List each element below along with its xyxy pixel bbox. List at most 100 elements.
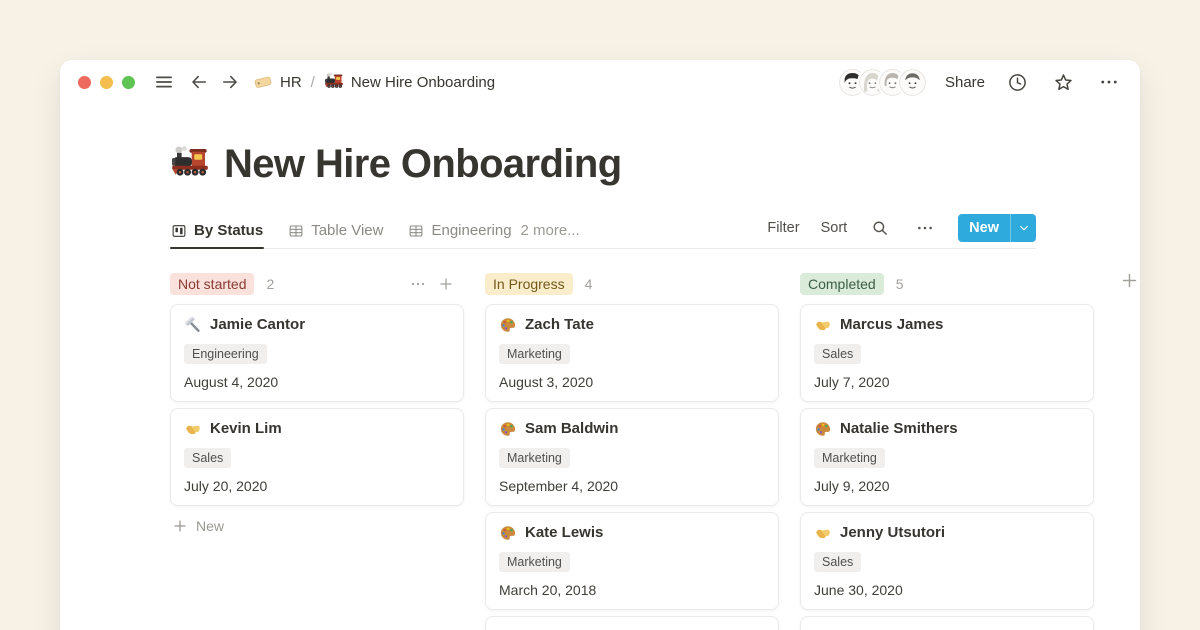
titlebar: HR / New Hire Onboarding Share [60, 60, 1140, 104]
board-card-shawn-hart[interactable]: Shawn Hart [485, 616, 779, 630]
new-button[interactable]: New [958, 214, 1010, 242]
plus-icon [438, 276, 454, 292]
ellipsis-icon [916, 219, 934, 237]
tab-label: Table View [311, 222, 383, 239]
tag-icon [253, 72, 273, 92]
page-more-button[interactable] [1096, 69, 1122, 95]
close-window-button[interactable] [78, 76, 91, 89]
new-dropdown-button[interactable] [1010, 214, 1036, 242]
board-column-not-started: Not started 2 Jamie Cantor Engineering Augus… [170, 272, 464, 630]
new-card-label: New [196, 518, 224, 534]
status-badge[interactable]: In Progress [485, 273, 573, 295]
handshake-icon [814, 524, 832, 542]
board-card-natalie-smithers[interactable]: Natalie SmithersMarketingJuly 9, 2020 [800, 408, 1094, 506]
start-date: July 20, 2020 [184, 477, 450, 495]
column-count: 2 [266, 276, 274, 292]
tab-by-status[interactable]: By Status [170, 214, 264, 248]
new-card-button[interactable]: New [170, 512, 226, 540]
department-badge: Sales [814, 344, 861, 364]
board-card-kevin-lim[interactable]: Kevin Lim Sales July 20, 2020 [170, 408, 464, 506]
back-button[interactable] [186, 69, 212, 95]
department-badge: Sales [184, 448, 231, 468]
column-count: 5 [896, 276, 904, 292]
department-badge: Engineering [184, 344, 267, 364]
department-badge: Sales [814, 552, 861, 572]
minimize-window-button[interactable] [100, 76, 113, 89]
board-column-completed: Completed 5 Marcus James Sales July 7, 2020 N… [800, 272, 1094, 630]
handshake-icon [814, 316, 832, 334]
plus-icon [1120, 271, 1139, 290]
sort-button[interactable]: Sort [821, 218, 848, 238]
board-card-jamie-cantor[interactable]: Jamie Cantor Engineering August 4, 2020 [170, 304, 464, 402]
start-date: August 4, 2020 [184, 373, 450, 391]
page-title: New Hire Onboarding [170, 140, 1140, 188]
card-name: Sam Baldwin [525, 419, 618, 439]
tab-table-view[interactable]: Table View [287, 214, 384, 248]
status-badge[interactable]: Not started [170, 273, 254, 295]
favorite-button[interactable] [1050, 69, 1077, 96]
board-card-matt-valdez[interactable]: Matt Valdez [800, 616, 1094, 630]
app-window: HR / New Hire Onboarding Share [60, 60, 1140, 630]
filter-button[interactable]: Filter [767, 218, 799, 238]
avatar-face-icon [899, 69, 926, 96]
column-header: In Progress 4 [485, 272, 779, 296]
board-card-kate-lewis[interactable]: Kate LewisMarketingMarch 20, 2018 [485, 512, 779, 610]
ellipsis-icon [1099, 72, 1119, 92]
board-column-in-progress: In Progress 4 Zach Tate Marketing August 3, … [485, 272, 779, 630]
department-badge: Marketing [499, 344, 570, 364]
zoom-window-button[interactable] [122, 76, 135, 89]
tab-label: Engineering [431, 222, 511, 239]
sidebar-menu-button[interactable] [151, 69, 177, 95]
card-name: Jamie Cantor [210, 315, 305, 335]
status-badge[interactable]: Completed [800, 273, 884, 295]
card-name: Zach Tate [525, 315, 594, 335]
start-date: July 7, 2020 [814, 373, 1080, 391]
view-toolbar: By Status Table View Engineering 2 more...… [170, 210, 1036, 249]
card-name: Jenny Utsutori [840, 523, 945, 543]
card-name: Kevin Lim [210, 419, 282, 439]
breadcrumb-parent[interactable]: HR [253, 72, 302, 92]
breadcrumb-current-label: New Hire Onboarding [351, 74, 495, 91]
column-header: Completed 5 [800, 272, 1094, 296]
view-tabs: By Status Table View Engineering [170, 214, 513, 248]
palette-icon [814, 420, 832, 438]
add-card-button[interactable] [436, 274, 456, 294]
breadcrumb-parent-label: HR [280, 74, 302, 91]
star-icon [1053, 72, 1074, 93]
search-button[interactable] [868, 216, 892, 240]
avatar[interactable] [899, 69, 926, 96]
arrow-right-icon [220, 72, 240, 92]
updates-button[interactable] [1004, 69, 1031, 96]
board-view-icon [171, 223, 187, 239]
column-more-button[interactable] [408, 274, 428, 294]
palette-icon [499, 316, 517, 334]
start-date: September 4, 2020 [499, 477, 765, 495]
share-button[interactable]: Share [945, 72, 985, 93]
board-card-sam-baldwin[interactable]: Sam Baldwin Marketing September 4, 2020 [485, 408, 779, 506]
more-views-button[interactable]: 2 more... [515, 221, 586, 248]
board-card-marcus-james[interactable]: Marcus James Sales July 7, 2020 [800, 304, 1094, 402]
palette-icon [499, 420, 517, 438]
board-card-zach-tate[interactable]: Zach Tate Marketing August 3, 2020 [485, 304, 779, 402]
add-column-button[interactable] [1120, 271, 1139, 290]
breadcrumb-current[interactable]: New Hire Onboarding [324, 72, 495, 92]
table-view-icon [288, 223, 304, 239]
forward-button[interactable] [217, 69, 243, 95]
start-date: March 20, 2018 [499, 581, 765, 599]
window-controls [78, 76, 135, 89]
search-icon [871, 219, 889, 237]
start-date: August 3, 2020 [499, 373, 765, 391]
column-count: 4 [585, 276, 593, 292]
collaborator-avatars[interactable] [839, 69, 926, 96]
department-badge: Marketing [499, 448, 570, 468]
card-name: Marcus James [840, 315, 943, 335]
department-badge: Marketing [814, 448, 885, 468]
view-more-button[interactable] [913, 216, 937, 240]
breadcrumb: HR / New Hire Onboarding [253, 72, 495, 92]
board-card-jenny-utsutori[interactable]: Jenny UtsutoriSalesJune 30, 2020 [800, 512, 1094, 610]
card-name: Natalie Smithers [840, 419, 958, 439]
tab-engineering[interactable]: Engineering [407, 214, 512, 248]
kanban-board: Not started 2 Jamie Cantor Engineering Augus… [170, 272, 1140, 630]
train-icon [324, 72, 344, 92]
new-split-button: New [958, 214, 1036, 242]
